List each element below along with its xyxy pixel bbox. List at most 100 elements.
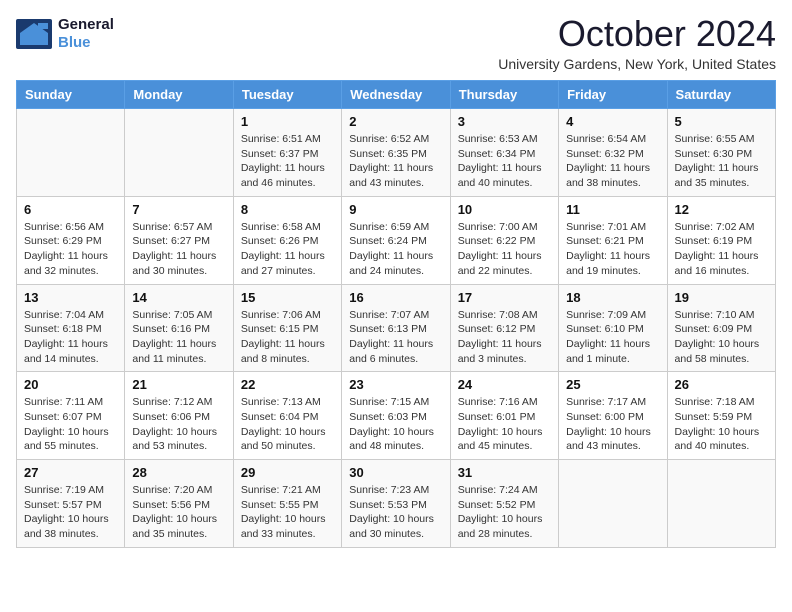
weekday-header: Thursday <box>450 81 558 109</box>
day-info: Sunrise: 6:59 AMSunset: 6:24 PMDaylight:… <box>349 220 442 279</box>
calendar-day-cell: 2Sunrise: 6:52 AMSunset: 6:35 PMDaylight… <box>342 109 450 197</box>
day-info: Sunrise: 7:00 AMSunset: 6:22 PMDaylight:… <box>458 220 551 279</box>
calendar-day-cell: 3Sunrise: 6:53 AMSunset: 6:34 PMDaylight… <box>450 109 558 197</box>
day-info: Sunrise: 7:23 AMSunset: 5:53 PMDaylight:… <box>349 483 442 542</box>
calendar-day-cell: 27 Sunrise: 7:19 AMSunset: 5:57 PMDayligh… <box>17 460 125 548</box>
day-number: 10 <box>458 202 551 217</box>
calendar-day-cell: 7 Sunrise: 6:57 AMSunset: 6:27 PMDaylight… <box>125 196 233 284</box>
day-number: 7 <box>132 202 225 217</box>
day-number: 26 <box>675 377 768 392</box>
day-info: Sunrise: 7:07 AMSunset: 6:13 PMDaylight:… <box>349 308 442 367</box>
day-number: 15 <box>241 290 334 305</box>
day-number: 24 <box>458 377 551 392</box>
day-info: Sunrise: 7:24 AMSunset: 5:52 PMDaylight:… <box>458 483 551 542</box>
day-number: 21 <box>132 377 225 392</box>
calendar-day-cell: 13 Sunrise: 7:04 AMSunset: 6:18 PMDayligh… <box>17 284 125 372</box>
day-info: Sunrise: 7:02 AMSunset: 6:19 PMDaylight:… <box>675 220 768 279</box>
calendar-day-cell: 16 Sunrise: 7:07 AMSunset: 6:13 PMDayligh… <box>342 284 450 372</box>
day-info: Sunrise: 6:55 AMSunset: 6:30 PMDaylight:… <box>675 132 768 191</box>
calendar-day-cell: 20 Sunrise: 7:11 AMSunset: 6:07 PMDayligh… <box>17 372 125 460</box>
calendar-day-cell: 11 Sunrise: 7:01 AMSunset: 6:21 PMDayligh… <box>559 196 667 284</box>
day-number: 14 <box>132 290 225 305</box>
calendar-day-cell: 23 Sunrise: 7:15 AMSunset: 6:03 PMDayligh… <box>342 372 450 460</box>
day-number: 11 <box>566 202 659 217</box>
day-info: Sunrise: 7:20 AMSunset: 5:56 PMDaylight:… <box>132 483 225 542</box>
day-info: Sunrise: 6:54 AMSunset: 6:32 PMDaylight:… <box>566 132 659 191</box>
calendar-day-cell: 21 Sunrise: 7:12 AMSunset: 6:06 PMDayligh… <box>125 372 233 460</box>
day-info: Sunrise: 6:57 AMSunset: 6:27 PMDaylight:… <box>132 220 225 279</box>
calendar-week-row: 20 Sunrise: 7:11 AMSunset: 6:07 PMDayligh… <box>17 372 776 460</box>
calendar-day-cell: 30 Sunrise: 7:23 AMSunset: 5:53 PMDayligh… <box>342 460 450 548</box>
calendar-day-cell <box>559 460 667 548</box>
weekday-header: Tuesday <box>233 81 341 109</box>
logo-icon <box>16 19 52 49</box>
calendar-week-row: 1 Sunrise: 6:51 AMSunset: 6:37 PMDaylight… <box>17 109 776 197</box>
day-info: Sunrise: 7:08 AMSunset: 6:12 PMDaylight:… <box>458 308 551 367</box>
calendar-table: SundayMondayTuesdayWednesdayThursdayFrid… <box>16 80 776 548</box>
calendar-day-cell: 29 Sunrise: 7:21 AMSunset: 5:55 PMDayligh… <box>233 460 341 548</box>
day-info: Sunrise: 7:13 AMSunset: 6:04 PMDaylight:… <box>241 395 334 454</box>
day-info: Sunrise: 7:10 AMSunset: 6:09 PMDaylight:… <box>675 308 768 367</box>
calendar-day-cell <box>667 460 775 548</box>
weekday-header: Sunday <box>17 81 125 109</box>
day-number: 25 <box>566 377 659 392</box>
calendar-day-cell: 1 Sunrise: 6:51 AMSunset: 6:37 PMDaylight… <box>233 109 341 197</box>
calendar-day-cell: 19 Sunrise: 7:10 AMSunset: 6:09 PMDayligh… <box>667 284 775 372</box>
calendar-day-cell: 14 Sunrise: 7:05 AMSunset: 6:16 PMDayligh… <box>125 284 233 372</box>
weekday-header: Wednesday <box>342 81 450 109</box>
day-number: 31 <box>458 465 551 480</box>
day-number: 20 <box>24 377 117 392</box>
day-info: Sunrise: 7:18 AMSunset: 5:59 PMDaylight:… <box>675 395 768 454</box>
calendar-day-cell: 10 Sunrise: 7:00 AMSunset: 6:22 PMDayligh… <box>450 196 558 284</box>
day-number: 19 <box>675 290 768 305</box>
day-number: 28 <box>132 465 225 480</box>
day-info: Sunrise: 7:04 AMSunset: 6:18 PMDaylight:… <box>24 308 117 367</box>
weekday-header: Monday <box>125 81 233 109</box>
day-number: 9 <box>349 202 442 217</box>
day-number: 3 <box>458 114 551 129</box>
day-info: Sunrise: 6:51 AMSunset: 6:37 PMDaylight:… <box>241 132 334 191</box>
title-section: October 2024 University Gardens, New Yor… <box>498 16 776 72</box>
logo-text: General Blue <box>58 16 114 52</box>
day-info: Sunrise: 7:05 AMSunset: 6:16 PMDaylight:… <box>132 308 225 367</box>
day-info: Sunrise: 7:15 AMSunset: 6:03 PMDaylight:… <box>349 395 442 454</box>
location-subtitle: University Gardens, New York, United Sta… <box>498 56 776 72</box>
day-number: 6 <box>24 202 117 217</box>
day-info: Sunrise: 7:12 AMSunset: 6:06 PMDaylight:… <box>132 395 225 454</box>
day-number: 18 <box>566 290 659 305</box>
day-info: Sunrise: 7:11 AMSunset: 6:07 PMDaylight:… <box>24 395 117 454</box>
calendar-day-cell: 5Sunrise: 6:55 AMSunset: 6:30 PMDaylight… <box>667 109 775 197</box>
day-info: Sunrise: 6:52 AMSunset: 6:35 PMDaylight:… <box>349 132 442 191</box>
day-number: 13 <box>24 290 117 305</box>
day-number: 16 <box>349 290 442 305</box>
day-info: Sunrise: 7:17 AMSunset: 6:00 PMDaylight:… <box>566 395 659 454</box>
calendar-day-cell <box>125 109 233 197</box>
month-title: October 2024 <box>498 16 776 52</box>
day-number: 4 <box>566 114 659 129</box>
day-info: Sunrise: 7:16 AMSunset: 6:01 PMDaylight:… <box>458 395 551 454</box>
calendar-day-cell: 6Sunrise: 6:56 AMSunset: 6:29 PMDaylight… <box>17 196 125 284</box>
day-number: 30 <box>349 465 442 480</box>
calendar-day-cell: 25 Sunrise: 7:17 AMSunset: 6:00 PMDayligh… <box>559 372 667 460</box>
day-number: 8 <box>241 202 334 217</box>
day-info: Sunrise: 7:21 AMSunset: 5:55 PMDaylight:… <box>241 483 334 542</box>
day-number: 1 <box>241 114 334 129</box>
weekday-header: Saturday <box>667 81 775 109</box>
day-info: Sunrise: 7:01 AMSunset: 6:21 PMDaylight:… <box>566 220 659 279</box>
calendar-day-cell: 8 Sunrise: 6:58 AMSunset: 6:26 PMDaylight… <box>233 196 341 284</box>
day-info: Sunrise: 7:19 AMSunset: 5:57 PMDaylight:… <box>24 483 117 542</box>
calendar-day-cell: 15Sunrise: 7:06 AMSunset: 6:15 PMDayligh… <box>233 284 341 372</box>
calendar-day-cell: 12 Sunrise: 7:02 AMSunset: 6:19 PMDayligh… <box>667 196 775 284</box>
day-info: Sunrise: 7:09 AMSunset: 6:10 PMDaylight:… <box>566 308 659 367</box>
day-number: 23 <box>349 377 442 392</box>
day-number: 12 <box>675 202 768 217</box>
calendar-day-cell: 22Sunrise: 7:13 AMSunset: 6:04 PMDayligh… <box>233 372 341 460</box>
calendar-day-cell: 31 Sunrise: 7:24 AMSunset: 5:52 PMDayligh… <box>450 460 558 548</box>
calendar-day-cell: 18 Sunrise: 7:09 AMSunset: 6:10 PMDayligh… <box>559 284 667 372</box>
day-info: Sunrise: 6:58 AMSunset: 6:26 PMDaylight:… <box>241 220 334 279</box>
day-number: 17 <box>458 290 551 305</box>
day-number: 27 <box>24 465 117 480</box>
day-number: 29 <box>241 465 334 480</box>
weekday-header: Friday <box>559 81 667 109</box>
calendar-week-row: 13 Sunrise: 7:04 AMSunset: 6:18 PMDayligh… <box>17 284 776 372</box>
